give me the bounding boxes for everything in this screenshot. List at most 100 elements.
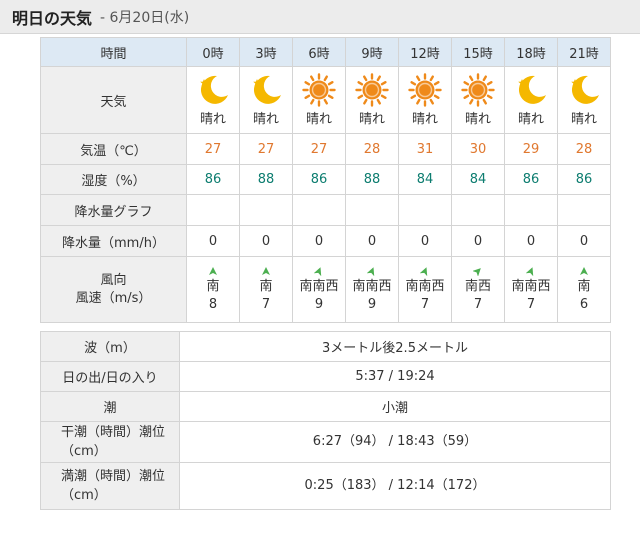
precipitation-cell: 0: [451, 225, 505, 257]
graph-cell: [292, 194, 346, 226]
temperature-cell: 29: [504, 133, 558, 165]
hour-cell: 12時: [398, 37, 452, 67]
wind-direction-icon: [209, 266, 217, 275]
weather-cell: 晴れ: [557, 66, 611, 134]
wind-direction: 南南西: [511, 278, 551, 294]
wind-speed: 9: [367, 296, 377, 312]
precipitation-row: 降水量（mm/h） 0 0 0 0 0 0 0 0: [40, 225, 611, 257]
sun-icon: [461, 73, 495, 107]
precipitation-graph-label: 降水量グラフ: [40, 194, 187, 226]
weather-cell: 晴れ: [345, 66, 399, 134]
wind-direction-icon: [473, 268, 481, 276]
moon-icon: [200, 75, 228, 104]
graph-cell: [398, 194, 452, 226]
hour-cell: 21時: [557, 37, 611, 67]
wave-label: 波（m）: [40, 331, 180, 362]
high-tide-value: 0:25（183） / 12:14（172）: [179, 462, 611, 510]
marine-info-table: 波（m） 3メートル後2.5メートル 日の出/日の入り 5:37 / 19:24…: [40, 331, 611, 510]
wind-direction-label: 風向: [100, 272, 127, 288]
wind-direction-icon: [314, 267, 322, 276]
precipitation-cell: 0: [239, 225, 293, 257]
humidity-cell: 88: [239, 164, 293, 195]
sun-icon: [355, 73, 389, 107]
time-label: 時間: [40, 37, 187, 67]
sunrise-sunset-value: 5:37 / 19:24: [179, 361, 611, 392]
humidity-cell: 86: [557, 164, 611, 195]
wind-cell: 南南西 9: [345, 256, 399, 323]
wind-speed: 8: [208, 296, 218, 312]
wind-speed-label: 風速（m/s）: [75, 290, 152, 306]
wind-direction-icon: [526, 267, 534, 276]
humidity-row: 湿度（%） 86 88 86 88 84 84 86 86: [40, 164, 611, 195]
graph-cell: [557, 194, 611, 226]
wind-speed: 7: [261, 296, 271, 312]
sunrise-sunset-row: 日の出/日の入り 5:37 / 19:24: [40, 361, 611, 392]
wind-direction: 南: [206, 278, 220, 294]
low-tide-row: 干潮（時間）潮位 （cm） 6:27（94） / 18:43（59）: [40, 421, 611, 463]
low-tide-value: 6:27（94） / 18:43（59）: [179, 421, 611, 463]
graph-cell: [345, 194, 399, 226]
temperature-cell: 28: [345, 133, 399, 165]
temperature-cell: 30: [451, 133, 505, 165]
wind-direction: 南南西: [299, 278, 339, 294]
wind-cell: 南6: [557, 256, 611, 323]
graph-cell: [504, 194, 558, 226]
forecast-date: - 6月20日(水): [100, 9, 190, 26]
precipitation-cell: 0: [398, 225, 452, 257]
time-row: 時間 0時 3時 6時 9時 12時 15時 18時 21時: [40, 37, 611, 67]
temperature-cell: 31: [398, 133, 452, 165]
weather-cell: 晴れ: [186, 66, 240, 134]
precipitation-graph-row: 降水量グラフ: [40, 194, 611, 226]
humidity-cell: 86: [186, 164, 240, 195]
weather-cell: 晴れ: [504, 66, 558, 134]
moon-icon: [253, 75, 281, 104]
weather-row: 天気 晴れ 晴れ 晴れ 晴れ 晴れ 晴れ 晴れ 晴れ: [40, 66, 611, 134]
page-title: 明日の天気: [12, 8, 93, 28]
wind-cell: 南南西 9: [292, 256, 346, 323]
hour-cell: 9時: [345, 37, 399, 67]
precipitation-cell: 0: [504, 225, 558, 257]
wind-label: 風向 風速（m/s）: [40, 256, 187, 323]
wind-direction-icon: [420, 267, 428, 276]
hour-cell: 3時: [239, 37, 293, 67]
temperature-row: 気温（℃） 27 27 27 28 31 30 29 28: [40, 133, 611, 165]
hourly-forecast-table: 時間 0時 3時 6時 9時 12時 15時 18時 21時 天気 晴れ 晴れ …: [40, 37, 611, 323]
sun-icon: [302, 73, 336, 107]
weather-cell: 晴れ: [239, 66, 293, 134]
humidity-cell: 84: [398, 164, 452, 195]
humidity-cell: 84: [451, 164, 505, 195]
wave-value: 3メートル後2.5メートル: [179, 331, 611, 362]
wind-speed: 6: [579, 296, 589, 312]
wind-direction: 南西: [464, 278, 491, 294]
high-tide-row: 満潮（時間）潮位 （cm） 0:25（183） / 12:14（172）: [40, 462, 611, 510]
temperature-cell: 28: [557, 133, 611, 165]
wind-direction-icon: [580, 266, 588, 275]
precipitation-label: 降水量（mm/h）: [40, 225, 187, 257]
moon-icon: [571, 75, 599, 104]
tide-value: 小潮: [179, 391, 611, 422]
hour-cell: 0時: [186, 37, 240, 67]
temperature-cell: 27: [186, 133, 240, 165]
humidity-cell: 86: [292, 164, 346, 195]
wind-cell: 南8: [186, 256, 240, 323]
graph-cell: [451, 194, 505, 226]
precipitation-cell: 0: [557, 225, 611, 257]
high-tide-label: 満潮（時間）潮位 （cm）: [40, 462, 180, 510]
humidity-cell: 88: [345, 164, 399, 195]
wind-direction: 南南西: [352, 278, 392, 294]
graph-cell: [186, 194, 240, 226]
wind-cell: 南南西 7: [504, 256, 558, 323]
wind-direction-icon: [367, 267, 375, 276]
wind-direction: 南: [577, 278, 591, 294]
hour-cell: 6時: [292, 37, 346, 67]
weather-cell: 晴れ: [451, 66, 505, 134]
sunrise-sunset-label: 日の出/日の入り: [40, 361, 180, 392]
wind-row: 風向 風速（m/s） 南8 南7 南南西 9 南南西 9 南南西 7 南西 7 南南西 7…: [40, 256, 611, 323]
wind-speed: 7: [473, 296, 483, 312]
wave-row: 波（m） 3メートル後2.5メートル: [40, 331, 611, 362]
temperature-label: 気温（℃）: [40, 133, 187, 165]
hour-cell: 18時: [504, 37, 558, 67]
page-header: 明日の天気 - 6月20日(水): [0, 0, 640, 34]
wind-cell: 南西 7: [451, 256, 505, 323]
weather-label: 天気: [40, 66, 187, 134]
